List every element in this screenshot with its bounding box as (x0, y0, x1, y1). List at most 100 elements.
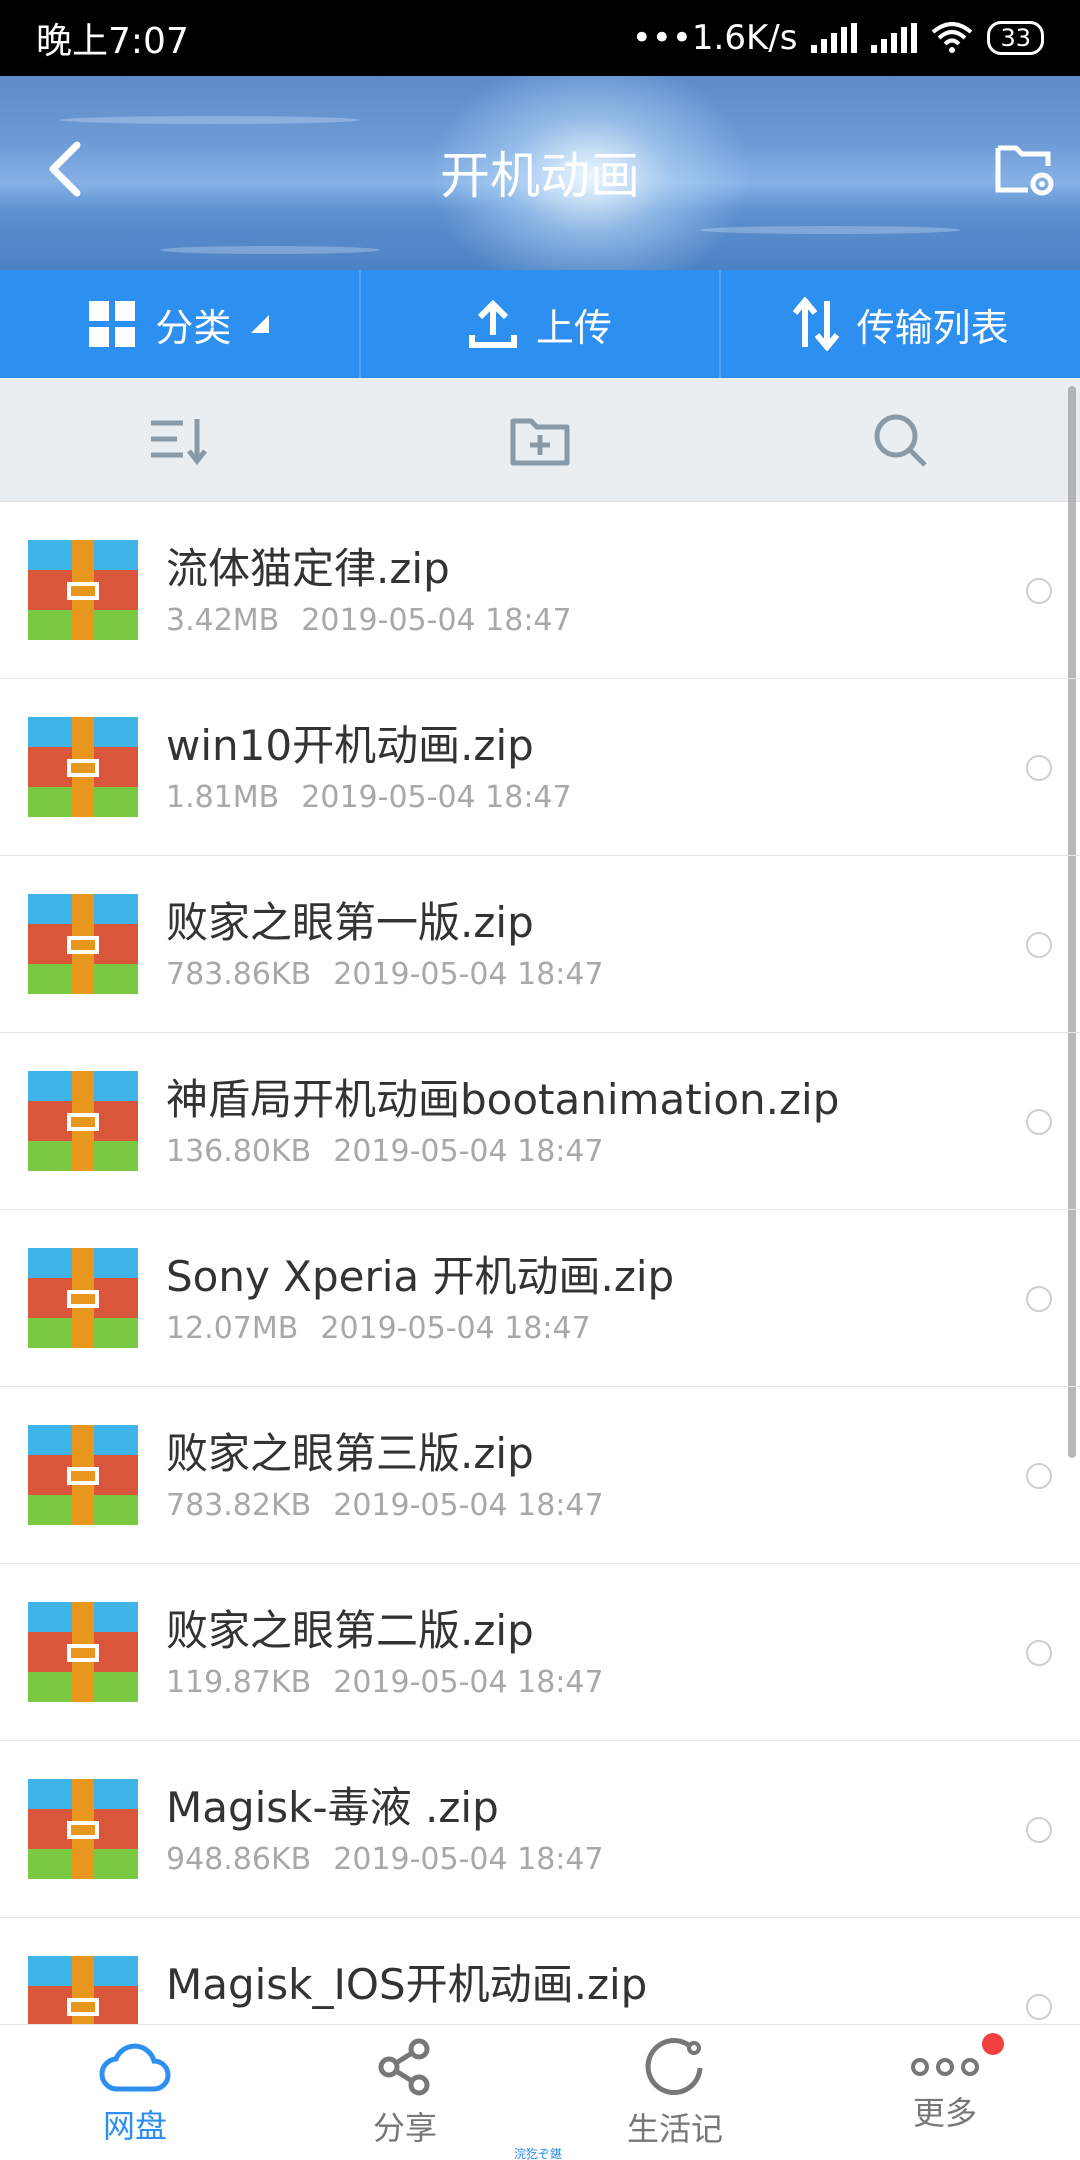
watermark: 浣犵ぞ鍖 (514, 2147, 563, 2160)
status-indicators: •••1.6K/s 33 (632, 18, 1044, 58)
file-date: 2019-05-04 18:47 (301, 779, 572, 815)
file-date: 2019-05-04 18:47 (333, 1841, 604, 1877)
select-radio[interactable] (1026, 1463, 1052, 1489)
nav-life[interactable]: 生活记 (540, 2025, 810, 2160)
search-icon (874, 414, 927, 467)
more-icon (911, 2057, 979, 2076)
file-row[interactable]: Magisk-毒液 .zip 948.86KB 2019-05-04 18:47 (0, 1741, 1080, 1918)
header-banner: 开机动画 (0, 76, 1080, 270)
file-row[interactable]: 流体猫定律.zip 3.42MB 2019-05-04 18:47 (0, 502, 1080, 679)
select-radio[interactable] (1026, 1640, 1052, 1666)
file-date: 2019-05-04 18:47 (333, 1133, 604, 1169)
file-row[interactable]: 败家之眼第二版.zip 119.87KB 2019-05-04 18:47 (0, 1564, 1080, 1741)
select-radio[interactable] (1026, 1994, 1052, 2020)
file-meta: 119.87KB 2019-05-04 18:47 (166, 1665, 1080, 1700)
file-meta: 783.86KB 2019-05-04 18:47 (166, 957, 1080, 992)
file-row[interactable]: 败家之眼第三版.zip 783.82KB 2019-05-04 18:47 (0, 1387, 1080, 1564)
nav-share[interactable]: 分享 (270, 2025, 540, 2160)
file-date: 2019-05-04 18:47 (301, 602, 572, 638)
select-radio[interactable] (1026, 932, 1052, 958)
file-date: 2019-05-04 18:47 (333, 956, 604, 992)
status-bar: 晚上7:07 •••1.6K/s 33 (0, 0, 1080, 76)
file-date: 2019-05-04 18:47 (320, 1310, 591, 1346)
secondary-toolbar (0, 378, 1080, 502)
new-folder-button[interactable] (360, 378, 720, 501)
page-title: 开机动画 (440, 147, 640, 205)
action-toolbar: 分类 上传 传输列表 (0, 270, 1080, 378)
signal-icon (811, 23, 858, 53)
nav-share-label: 分享 (372, 2108, 437, 2147)
file-size: 783.86KB (166, 956, 312, 992)
status-time: 晚上7:07 (36, 21, 189, 62)
sort-icon (151, 418, 207, 465)
select-radio[interactable] (1026, 578, 1052, 604)
file-date: 2019-05-04 18:47 (333, 1664, 604, 1700)
zip-file-icon (28, 1956, 138, 2024)
transfer-label: 传输列表 (856, 305, 1009, 350)
new-folder-icon (510, 418, 570, 465)
category-button[interactable]: 分类 (0, 270, 361, 378)
file-size: 119.87KB (166, 1664, 312, 1700)
file-name: 败家之眼第三版.zip (166, 1428, 534, 1478)
select-radio[interactable] (1026, 1817, 1052, 1843)
file-name: win10开机动画.zip (166, 720, 534, 770)
upload-button[interactable]: 上传 (361, 270, 722, 378)
zip-file-icon (28, 717, 138, 817)
file-size: 12.07MB (166, 1310, 299, 1346)
cloud-icon (99, 2043, 171, 2092)
select-radio[interactable] (1026, 755, 1052, 781)
select-radio[interactable] (1026, 1109, 1052, 1135)
file-row[interactable]: Sony Xperia 开机动画.zip 12.07MB 2019-05-04 1… (0, 1210, 1080, 1387)
share-icon (378, 2038, 430, 2095)
nav-cloud[interactable]: 网盘 (0, 2025, 270, 2160)
folder-settings-button[interactable] (990, 134, 1060, 204)
zip-file-icon (28, 1425, 138, 1525)
wifi-icon (932, 22, 973, 53)
zip-file-icon (28, 1248, 138, 1348)
file-name: 神盾局开机动画bootanimation.zip (166, 1074, 840, 1124)
network-speed: •••1.6K/s (631, 18, 798, 58)
file-name: 败家之眼第二版.zip (166, 1605, 534, 1655)
file-size: 3.42MB (166, 602, 280, 638)
zip-file-icon (28, 1779, 138, 1879)
file-row[interactable]: Magisk_IOS开机动画.zip (0, 1918, 1080, 2024)
file-size: 136.80KB (166, 1133, 312, 1169)
file-meta: 1.81MB 2019-05-04 18:47 (166, 780, 1080, 815)
file-row[interactable]: win10开机动画.zip 1.81MB 2019-05-04 18:47 (0, 679, 1080, 856)
file-size: 1.81MB (166, 779, 280, 815)
file-list: 流体猫定律.zip 3.42MB 2019-05-04 18:47 win10开机… (0, 502, 1080, 2024)
category-label: 分类 (155, 305, 232, 350)
search-button[interactable] (720, 378, 1080, 501)
select-radio[interactable] (1026, 1286, 1052, 1312)
zip-file-icon (28, 894, 138, 994)
transfer-list-button[interactable]: 传输列表 (721, 270, 1080, 378)
dropdown-triangle-icon (251, 315, 270, 333)
file-meta: 783.82KB 2019-05-04 18:47 (166, 1488, 1080, 1523)
grid-icon (89, 301, 136, 347)
file-name: 败家之眼第一版.zip (166, 897, 534, 947)
notification-badge (982, 2033, 1004, 2055)
file-meta: 3.42MB 2019-05-04 18:47 (166, 603, 1080, 638)
transfer-icon (792, 297, 839, 351)
nav-more-label: 更多 (912, 2093, 977, 2132)
bottom-nav: 网盘 分享 生活记 更多 (0, 2024, 1080, 2160)
file-meta: 136.80KB 2019-05-04 18:47 (166, 1134, 1080, 1169)
file-meta: 948.86KB 2019-05-04 18:47 (166, 1842, 1080, 1877)
life-icon (645, 2037, 703, 2095)
file-name: Magisk_IOS开机动画.zip (166, 1959, 648, 2009)
file-meta: 12.07MB 2019-05-04 18:47 (166, 1311, 1080, 1346)
file-row[interactable]: 败家之眼第一版.zip 783.86KB 2019-05-04 18:47 (0, 856, 1080, 1033)
zip-file-icon (28, 540, 138, 640)
file-name: Sony Xperia 开机动画.zip (166, 1251, 675, 1301)
battery-icon: 33 (987, 21, 1044, 55)
file-name: Magisk-毒液 .zip (166, 1782, 499, 1832)
upload-label: 上传 (536, 305, 613, 350)
file-size: 948.86KB (166, 1841, 312, 1877)
file-name: 流体猫定律.zip (166, 543, 450, 593)
file-row[interactable]: 神盾局开机动画bootanimation.zip 136.80KB 2019-05… (0, 1033, 1080, 1210)
nav-more[interactable]: 更多 (810, 2025, 1080, 2160)
folder-settings-icon (995, 145, 1054, 196)
nav-life-label: 生活记 (626, 2109, 723, 2148)
file-date: 2019-05-04 18:47 (333, 1487, 604, 1523)
sort-button[interactable] (0, 378, 360, 501)
